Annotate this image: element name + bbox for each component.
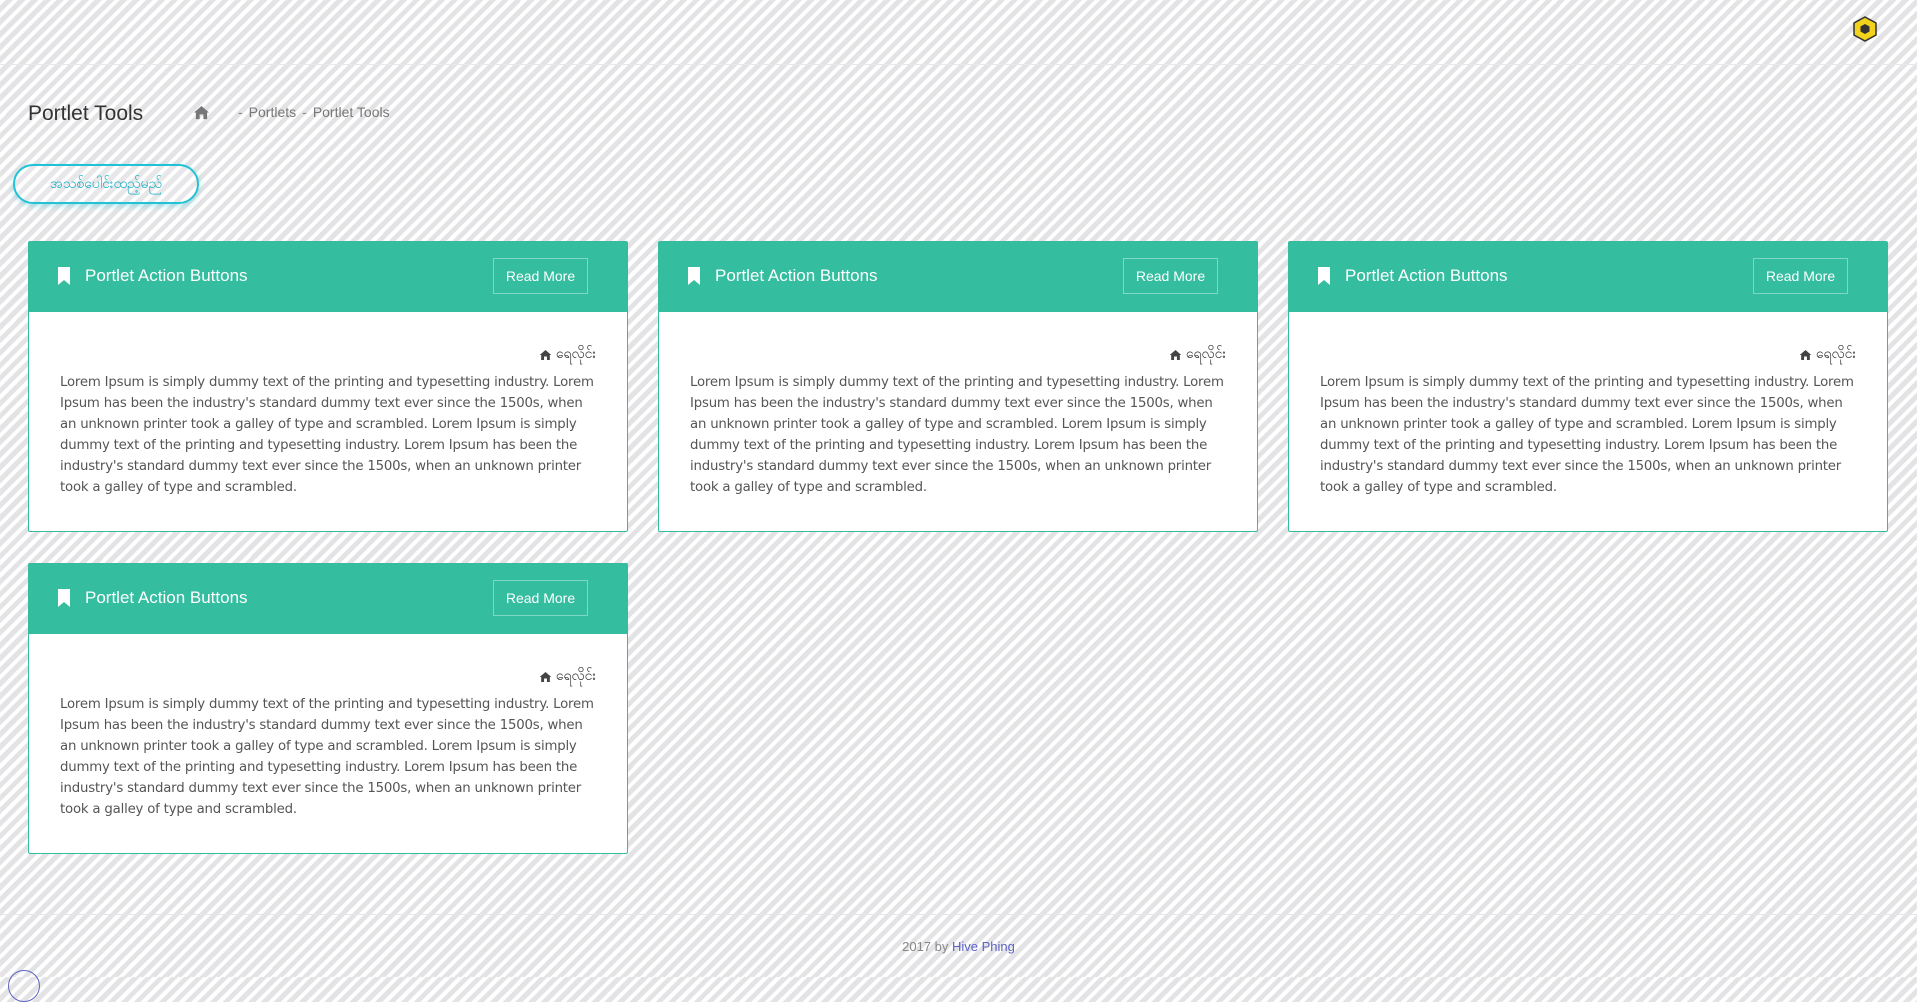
portlet-card: Portlet Action Buttons Read More ရေလိုင်…	[658, 241, 1258, 532]
home-icon[interactable]	[193, 105, 210, 120]
portlet-title: Portlet Action Buttons	[85, 588, 248, 607]
portlet-card: Portlet Action Buttons Read More ရေလိုင်…	[1288, 241, 1888, 532]
scroll-circle-icon[interactable]	[8, 970, 40, 1002]
bookmark-icon	[688, 267, 700, 285]
page-header: Portlet Tools	[28, 100, 143, 128]
footer-divider	[0, 914, 1917, 915]
read-more-button[interactable]: Read More	[493, 580, 588, 616]
page-title: Portlet Tools	[28, 102, 144, 125]
portlet-title: Portlet Action Buttons	[85, 266, 248, 285]
read-more-button[interactable]: Read More	[1753, 258, 1848, 294]
bookmark-icon	[58, 589, 70, 607]
portlet-text: Lorem Ipsum is simply dummy text of the …	[690, 375, 1224, 495]
home-link[interactable]: ရေလိုင်း	[539, 344, 596, 365]
home-link[interactable]: ရေလိုင်း	[539, 666, 596, 687]
breadcrumb: - Portlets - Portlet Tools	[193, 104, 390, 120]
read-more-button[interactable]: Read More	[1123, 258, 1218, 294]
breadcrumb-separator: -	[302, 104, 307, 120]
breadcrumb-item-portlet-tools[interactable]: Portlet Tools	[313, 104, 390, 120]
top-bar	[0, 0, 1917, 65]
hexagon-icon[interactable]	[1852, 16, 1878, 42]
footer: 2017 by Hive Phing	[0, 939, 1917, 954]
read-more-button[interactable]: Read More	[493, 258, 588, 294]
home-link[interactable]: ရေလိုင်း	[1169, 344, 1226, 365]
portlet-header: Portlet Action Buttons Read More	[1289, 242, 1887, 312]
home-link-label: ရေလိုင်း	[1815, 346, 1856, 362]
breadcrumb-item-portlets[interactable]: Portlets	[249, 104, 296, 120]
home-link[interactable]: ရေလိုင်း	[1799, 344, 1856, 365]
portlet-title: Portlet Action Buttons	[1345, 266, 1508, 285]
portlet-text: Lorem Ipsum is simply dummy text of the …	[60, 375, 594, 495]
home-icon	[539, 671, 552, 682]
portlet-text: Lorem Ipsum is simply dummy text of the …	[60, 697, 594, 817]
portlet-header: Portlet Action Buttons Read More	[659, 242, 1257, 312]
portlet-header: Portlet Action Buttons Read More	[29, 564, 627, 634]
bookmark-icon	[1318, 267, 1330, 285]
portlet-title: Portlet Action Buttons	[715, 266, 878, 285]
home-icon	[1799, 349, 1812, 360]
home-link-label: ရေလိုင်း	[1185, 346, 1226, 362]
portlet-card: Portlet Action Buttons Read More ရေလိုင်…	[28, 241, 628, 532]
home-icon	[539, 349, 552, 360]
bookmark-icon	[58, 267, 70, 285]
add-new-button[interactable]: အသစ်ပေါင်းထည့်မည်	[13, 164, 199, 204]
home-link-label: ရေလိုင်း	[555, 668, 596, 684]
footer-copyright: 2017 by	[902, 939, 949, 954]
breadcrumb-separator: -	[238, 104, 243, 120]
home-icon	[1169, 349, 1182, 360]
portlet-text: Lorem Ipsum is simply dummy text of the …	[1320, 375, 1854, 495]
portlet-card: Portlet Action Buttons Read More ရေလိုင်…	[28, 563, 628, 854]
home-link-label: ရေလိုင်း	[555, 346, 596, 362]
footer-link[interactable]: Hive Phing	[952, 939, 1015, 954]
portlet-header: Portlet Action Buttons Read More	[29, 242, 627, 312]
